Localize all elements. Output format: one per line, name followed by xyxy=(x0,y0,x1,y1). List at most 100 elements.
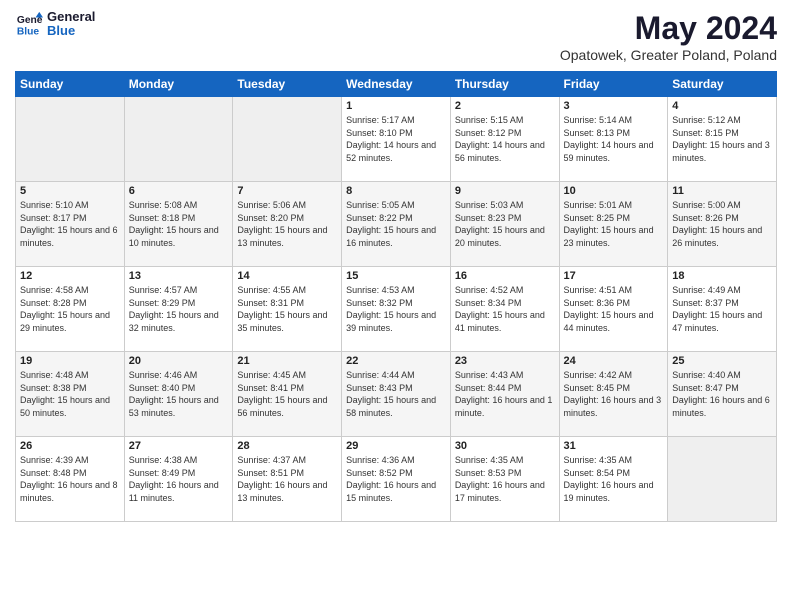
calendar-cell: 29Sunrise: 4:36 AM Sunset: 8:52 PM Dayli… xyxy=(342,437,451,522)
day-info: Sunrise: 5:17 AM Sunset: 8:10 PM Dayligh… xyxy=(346,114,446,164)
day-number: 31 xyxy=(564,440,664,452)
day-info: Sunrise: 4:51 AM Sunset: 8:36 PM Dayligh… xyxy=(564,284,664,334)
day-number: 6 xyxy=(129,185,229,197)
calendar-week-1: 1 Sunrise: 5:17 AM Sunset: 8:10 PM Daylig… xyxy=(16,97,777,182)
day-info: Sunrise: 4:52 AM Sunset: 8:34 PM Dayligh… xyxy=(455,284,555,334)
day-info: Sunrise: 4:40 AM Sunset: 8:47 PM Dayligh… xyxy=(672,369,772,419)
day-number: 7 xyxy=(237,185,337,197)
calendar-cell: 21Sunrise: 4:45 AM Sunset: 8:41 PM Dayli… xyxy=(233,352,342,437)
page-header: General Blue General Blue May 2024 Opato… xyxy=(15,10,777,63)
day-number: 28 xyxy=(237,440,337,452)
title-block: May 2024 Opatowek, Greater Poland, Polan… xyxy=(560,10,777,63)
calendar-cell: 30 Sunrise: 4:35 AM Sunset: 8:53 PM Dayli… xyxy=(450,437,559,522)
calendar-cell: 20 Sunrise: 4:46 AM Sunset: 8:40 PM Dayli… xyxy=(124,352,233,437)
col-header-monday: Monday xyxy=(124,72,233,97)
day-number: 30 xyxy=(455,440,555,452)
day-number: 16 xyxy=(455,270,555,282)
day-info: Sunrise: 4:42 AM Sunset: 8:45 PM Dayligh… xyxy=(564,369,664,419)
day-number: 11 xyxy=(672,185,772,197)
day-number: 24 xyxy=(564,355,664,367)
day-info: Sunrise: 5:01 AM Sunset: 8:25 PM Dayligh… xyxy=(564,199,664,249)
day-info: Sunrise: 4:44 AM Sunset: 8:43 PM Dayligh… xyxy=(346,369,446,419)
calendar-cell: 28 Sunrise: 4:37 AM Sunset: 8:51 PM Dayli… xyxy=(233,437,342,522)
day-info: Sunrise: 5:12 AM Sunset: 8:15 PM Dayligh… xyxy=(672,114,772,164)
calendar-cell: 26Sunrise: 4:39 AM Sunset: 8:48 PM Dayli… xyxy=(16,437,125,522)
calendar-cell: 18Sunrise: 4:49 AM Sunset: 8:37 PM Dayli… xyxy=(668,267,777,352)
col-header-sunday: Sunday xyxy=(16,72,125,97)
calendar-cell: 17 Sunrise: 4:51 AM Sunset: 8:36 PM Dayli… xyxy=(559,267,668,352)
col-header-saturday: Saturday xyxy=(668,72,777,97)
day-info: Sunrise: 5:14 AM Sunset: 8:13 PM Dayligh… xyxy=(564,114,664,164)
day-info: Sunrise: 4:35 AM Sunset: 8:54 PM Dayligh… xyxy=(564,454,664,504)
col-header-thursday: Thursday xyxy=(450,72,559,97)
calendar-cell: 27 Sunrise: 4:38 AM Sunset: 8:49 PM Dayli… xyxy=(124,437,233,522)
day-number: 4 xyxy=(672,100,772,112)
day-number: 19 xyxy=(20,355,120,367)
calendar-table: SundayMondayTuesdayWednesdayThursdayFrid… xyxy=(15,71,777,522)
logo-icon: General Blue xyxy=(15,10,43,38)
calendar-cell: 2 Sunrise: 5:15 AM Sunset: 8:12 PM Daylig… xyxy=(450,97,559,182)
svg-text:Blue: Blue xyxy=(17,27,40,38)
day-number: 3 xyxy=(564,100,664,112)
day-info: Sunrise: 4:53 AM Sunset: 8:32 PM Dayligh… xyxy=(346,284,446,334)
calendar-week-5: 26Sunrise: 4:39 AM Sunset: 8:48 PM Dayli… xyxy=(16,437,777,522)
day-number: 25 xyxy=(672,355,772,367)
day-info: Sunrise: 4:37 AM Sunset: 8:51 PM Dayligh… xyxy=(237,454,337,504)
calendar-cell: 15Sunrise: 4:53 AM Sunset: 8:32 PM Dayli… xyxy=(342,267,451,352)
col-header-friday: Friday xyxy=(559,72,668,97)
day-info: Sunrise: 5:15 AM Sunset: 8:12 PM Dayligh… xyxy=(455,114,555,164)
day-info: Sunrise: 4:46 AM Sunset: 8:40 PM Dayligh… xyxy=(129,369,229,419)
calendar-cell xyxy=(668,437,777,522)
calendar-header-row: SundayMondayTuesdayWednesdayThursdayFrid… xyxy=(16,72,777,97)
day-info: Sunrise: 4:48 AM Sunset: 8:38 PM Dayligh… xyxy=(20,369,120,419)
day-number: 9 xyxy=(455,185,555,197)
calendar-cell xyxy=(124,97,233,182)
day-info: Sunrise: 4:35 AM Sunset: 8:53 PM Dayligh… xyxy=(455,454,555,504)
calendar-cell: 4 Sunrise: 5:12 AM Sunset: 8:15 PM Daylig… xyxy=(668,97,777,182)
day-number: 22 xyxy=(346,355,446,367)
calendar-cell: 11 Sunrise: 5:00 AM Sunset: 8:26 PM Dayli… xyxy=(668,182,777,267)
day-number: 13 xyxy=(129,270,229,282)
day-info: Sunrise: 4:38 AM Sunset: 8:49 PM Dayligh… xyxy=(129,454,229,504)
day-info: Sunrise: 4:36 AM Sunset: 8:52 PM Dayligh… xyxy=(346,454,446,504)
calendar-cell: 8Sunrise: 5:05 AM Sunset: 8:22 PM Daylig… xyxy=(342,182,451,267)
calendar-body: 1 Sunrise: 5:17 AM Sunset: 8:10 PM Daylig… xyxy=(16,97,777,522)
calendar-cell: 6 Sunrise: 5:08 AM Sunset: 8:18 PM Daylig… xyxy=(124,182,233,267)
logo: General Blue General Blue xyxy=(15,10,95,39)
day-number: 14 xyxy=(237,270,337,282)
col-header-wednesday: Wednesday xyxy=(342,72,451,97)
calendar-cell: 14Sunrise: 4:55 AM Sunset: 8:31 PM Dayli… xyxy=(233,267,342,352)
calendar-week-2: 5Sunrise: 5:10 AM Sunset: 8:17 PM Daylig… xyxy=(16,182,777,267)
calendar-cell: 1 Sunrise: 5:17 AM Sunset: 8:10 PM Daylig… xyxy=(342,97,451,182)
calendar-cell xyxy=(16,97,125,182)
day-info: Sunrise: 5:08 AM Sunset: 8:18 PM Dayligh… xyxy=(129,199,229,249)
day-number: 2 xyxy=(455,100,555,112)
day-info: Sunrise: 5:00 AM Sunset: 8:26 PM Dayligh… xyxy=(672,199,772,249)
calendar-cell: 9 Sunrise: 5:03 AM Sunset: 8:23 PM Daylig… xyxy=(450,182,559,267)
col-header-tuesday: Tuesday xyxy=(233,72,342,97)
day-number: 26 xyxy=(20,440,120,452)
day-info: Sunrise: 4:43 AM Sunset: 8:44 PM Dayligh… xyxy=(455,369,555,419)
day-number: 27 xyxy=(129,440,229,452)
location: Opatowek, Greater Poland, Poland xyxy=(560,47,777,63)
calendar-cell: 31 Sunrise: 4:35 AM Sunset: 8:54 PM Dayli… xyxy=(559,437,668,522)
calendar-cell: 5Sunrise: 5:10 AM Sunset: 8:17 PM Daylig… xyxy=(16,182,125,267)
day-number: 20 xyxy=(129,355,229,367)
day-info: Sunrise: 5:10 AM Sunset: 8:17 PM Dayligh… xyxy=(20,199,120,249)
day-info: Sunrise: 5:06 AM Sunset: 8:20 PM Dayligh… xyxy=(237,199,337,249)
day-number: 1 xyxy=(346,100,446,112)
day-info: Sunrise: 4:45 AM Sunset: 8:41 PM Dayligh… xyxy=(237,369,337,419)
logo-text-blue: Blue xyxy=(47,24,95,38)
day-info: Sunrise: 4:58 AM Sunset: 8:28 PM Dayligh… xyxy=(20,284,120,334)
day-number: 18 xyxy=(672,270,772,282)
day-info: Sunrise: 5:05 AM Sunset: 8:22 PM Dayligh… xyxy=(346,199,446,249)
day-number: 23 xyxy=(455,355,555,367)
calendar-cell: 12 Sunrise: 4:58 AM Sunset: 8:28 PM Dayli… xyxy=(16,267,125,352)
day-number: 17 xyxy=(564,270,664,282)
calendar-cell: 24 Sunrise: 4:42 AM Sunset: 8:45 PM Dayli… xyxy=(559,352,668,437)
calendar-cell: 3 Sunrise: 5:14 AM Sunset: 8:13 PM Daylig… xyxy=(559,97,668,182)
day-info: Sunrise: 5:03 AM Sunset: 8:23 PM Dayligh… xyxy=(455,199,555,249)
calendar-week-3: 12 Sunrise: 4:58 AM Sunset: 8:28 PM Dayli… xyxy=(16,267,777,352)
day-number: 12 xyxy=(20,270,120,282)
calendar-cell: 22 Sunrise: 4:44 AM Sunset: 8:43 PM Dayli… xyxy=(342,352,451,437)
